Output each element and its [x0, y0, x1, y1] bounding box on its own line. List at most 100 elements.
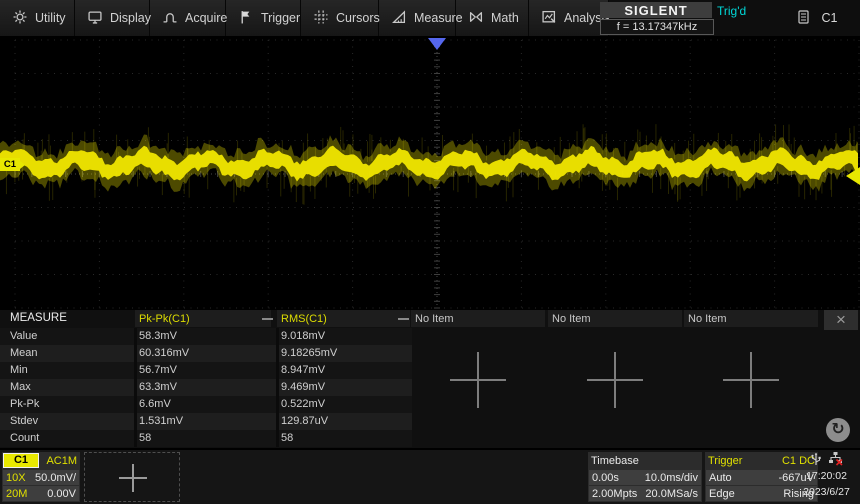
measure-value: 8.947mV [281, 364, 325, 376]
add-measurement-button[interactable] [450, 352, 506, 408]
waveform-plot [0, 36, 860, 310]
menu-item-analysis[interactable]: Analysis [529, 0, 609, 36]
timebase-title: Timebase [591, 455, 639, 467]
channel-badge[interactable]: C1 [3, 453, 39, 468]
menu-item-acquire[interactable]: Acquire [150, 0, 226, 36]
channel-scale: 50.0mV/ [35, 472, 76, 484]
measure-column-rms[interactable]: RMS(C1) [277, 310, 410, 327]
menu-item-label: Utility [35, 11, 66, 25]
brand-zone: SIGLENT f = 13.17347kHz Trig'd C1 [609, 0, 860, 36]
clock-date: 2023/6/27 [795, 484, 858, 500]
measure-row-max: Max 63.3mV 9.469mV [0, 379, 412, 396]
channel-probe: 10X [6, 472, 26, 484]
measure-row-label: Mean [10, 347, 38, 359]
remove-measurement-icon[interactable] [398, 318, 409, 320]
measure-row-stdev: Stdev 1.531mV 129.87uV [0, 413, 412, 430]
measure-row-label: Stdev [10, 415, 38, 427]
measure-column-pkpk[interactable]: Pk-Pk(C1) [135, 310, 271, 327]
bottom-status-bar: C1 AC1M 10X 50.0mV/ 20M 0.00V Timebase 0… [0, 450, 860, 504]
measure-panel-title: MEASURE [10, 312, 67, 324]
channel-offset-marker-arrow [20, 161, 25, 169]
clock-zone: 17:20:02 2023/6/27 [795, 452, 858, 502]
waveform-display: C1 [0, 36, 860, 310]
menu-item-label: Cursors [336, 11, 380, 25]
channel-coupling: AC1M [46, 455, 77, 467]
menu-item-label: Math [491, 11, 519, 25]
measure-value: 56.7mV [139, 364, 177, 376]
measure-column-empty-1[interactable]: No Item [411, 310, 545, 327]
measure-row-value: Value 58.3mV 9.018mV [0, 328, 412, 345]
measure-panel: MEASURE Pk-Pk(C1) RMS(C1) No Item No Ite… [0, 310, 860, 448]
measure-value: 9.018mV [281, 330, 325, 342]
trigger-level-marker[interactable] [846, 167, 860, 185]
measure-row-label: Pk-Pk [10, 398, 39, 410]
add-measurement-button[interactable] [587, 352, 643, 408]
trigger-status-badge: Trig'd [717, 4, 746, 18]
add-channel-button[interactable] [84, 452, 180, 502]
math-icon [469, 10, 483, 27]
column-divider [276, 328, 279, 447]
analysis-icon [542, 10, 556, 27]
clock-time: 17:20:02 [795, 468, 858, 484]
measure-value: 58.3mV [139, 330, 177, 342]
display-icon [88, 10, 102, 27]
timebase-scale: 10.0ms/div [645, 472, 698, 484]
timebase-delay: 0.00s [592, 472, 619, 484]
siglent-logo: SIGLENT [600, 2, 712, 18]
acquire-icon [163, 10, 177, 27]
measure-row-label: Min [10, 364, 28, 376]
reset-statistics-button[interactable]: ↻ [826, 418, 850, 442]
menu-item-utility[interactable]: Utility [0, 0, 75, 36]
measure-column-empty-2[interactable]: No Item [548, 310, 682, 327]
channel-bandwidth: 20M [6, 488, 27, 500]
gear-icon [13, 10, 27, 27]
measure-value: 60.316mV [139, 347, 189, 359]
measure-value: 58 [139, 432, 151, 444]
menu-item-label: Trigger [261, 11, 300, 25]
measure-value: 6.6mV [139, 398, 171, 410]
trigger-title: Trigger [708, 455, 742, 467]
menu-item-label: Display [110, 11, 151, 25]
trigger-frequency-readout: f = 13.17347kHz [600, 19, 714, 35]
close-icon[interactable]: × [824, 310, 858, 330]
measure-value: 0.522mV [281, 398, 325, 410]
cursors-icon [314, 10, 328, 27]
top-menu-bar: Utility Display Acquire Trigger Cursors … [0, 0, 860, 36]
measure-row-min: Min 56.7mV 8.947mV [0, 362, 412, 379]
trigger-position-marker[interactable] [428, 38, 446, 50]
lan-disconnected-icon [828, 451, 843, 469]
timebase-points: 2.00Mpts [592, 488, 637, 500]
menu-item-display[interactable]: Display [75, 0, 150, 36]
menu-item-label: Acquire [185, 11, 227, 25]
channel-selector-label: C1 [822, 11, 838, 25]
column-divider [134, 328, 137, 447]
usb-icon [810, 451, 822, 469]
waveform-list-icon [797, 10, 810, 27]
measure-row-label: Value [10, 330, 37, 342]
trigger-type: Edge [709, 488, 735, 500]
trigger-mode: Auto [709, 472, 732, 484]
menu-item-math[interactable]: Math [456, 0, 529, 36]
measure-row-count: Count 58 58 [0, 430, 412, 447]
channel-info-box[interactable]: C1 AC1M 10X 50.0mV/ 20M 0.00V [2, 452, 80, 502]
channel-offset-marker[interactable]: C1 [0, 158, 20, 171]
add-measurement-button[interactable] [723, 352, 779, 408]
measure-row-label: Max [10, 381, 31, 393]
menu-item-cursors[interactable]: Cursors [301, 0, 379, 36]
measure-value: 129.87uV [281, 415, 328, 427]
measure-value: 9.18265mV [281, 347, 337, 359]
measure-value: 58 [281, 432, 293, 444]
measure-value: 63.3mV [139, 381, 177, 393]
remove-measurement-icon[interactable] [262, 318, 273, 320]
menu-item-measure[interactable]: Measure [379, 0, 456, 36]
measure-value: 1.531mV [139, 415, 183, 427]
flag-icon [239, 10, 253, 27]
measure-row-pkpk: Pk-Pk 6.6mV 0.522mV [0, 396, 412, 413]
measure-row-label: Count [10, 432, 39, 444]
timebase-info-box[interactable]: Timebase 0.00s 10.0ms/div 2.00Mpts 20.0M… [588, 452, 702, 502]
menu-item-trigger[interactable]: Trigger [226, 0, 301, 36]
channel-offset: 0.00V [47, 488, 76, 500]
measure-value: 9.469mV [281, 381, 325, 393]
measure-column-empty-3[interactable]: No Item [684, 310, 818, 327]
channel-selector-button[interactable]: C1 [774, 0, 860, 36]
